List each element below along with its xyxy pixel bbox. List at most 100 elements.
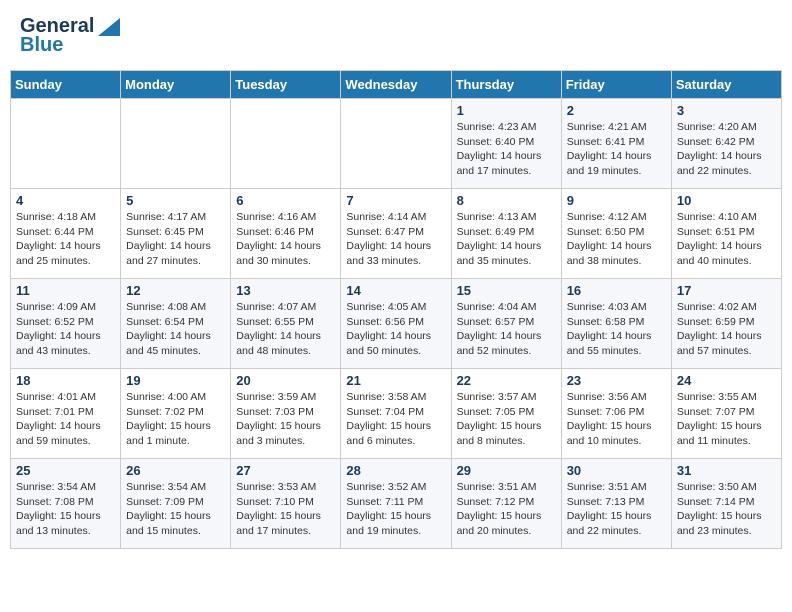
day-number: 28 — [346, 463, 445, 478]
calendar-cell: 18 Sunrise: 4:01 AM Sunset: 7:01 PM Dayli… — [11, 369, 121, 459]
day-number: 24 — [677, 373, 776, 388]
calendar-cell: 26 Sunrise: 3:54 AM Sunset: 7:09 PM Dayli… — [121, 459, 231, 549]
day-info: Sunrise: 4:20 AM Sunset: 6:42 PM Dayligh… — [677, 120, 776, 179]
day-number: 13 — [236, 283, 335, 298]
day-number: 6 — [236, 193, 335, 208]
calendar-cell: 15 Sunrise: 4:04 AM Sunset: 6:57 PM Dayli… — [451, 279, 561, 369]
calendar-cell: 11 Sunrise: 4:09 AM Sunset: 6:52 PM Dayli… — [11, 279, 121, 369]
calendar-cell: 27 Sunrise: 3:53 AM Sunset: 7:10 PM Dayli… — [231, 459, 341, 549]
day-info: Sunrise: 4:09 AM Sunset: 6:52 PM Dayligh… — [16, 300, 115, 359]
day-number: 15 — [457, 283, 556, 298]
calendar-week-row: 11 Sunrise: 4:09 AM Sunset: 6:52 PM Dayli… — [11, 279, 782, 369]
day-info: Sunrise: 4:21 AM Sunset: 6:41 PM Dayligh… — [567, 120, 666, 179]
calendar-cell: 17 Sunrise: 4:02 AM Sunset: 6:59 PM Dayli… — [671, 279, 781, 369]
day-info: Sunrise: 4:02 AM Sunset: 6:59 PM Dayligh… — [677, 300, 776, 359]
day-info: Sunrise: 4:00 AM Sunset: 7:02 PM Dayligh… — [126, 390, 225, 449]
calendar-cell: 16 Sunrise: 4:03 AM Sunset: 6:58 PM Dayli… — [561, 279, 671, 369]
calendar-cell: 7Sunrise: 4:14 AM Sunset: 6:47 PM Daylig… — [341, 189, 451, 279]
weekday-header-saturday: Saturday — [671, 71, 781, 99]
day-info: Sunrise: 4:01 AM Sunset: 7:01 PM Dayligh… — [16, 390, 115, 449]
day-info: Sunrise: 4:12 AM Sunset: 6:50 PM Dayligh… — [567, 210, 666, 269]
day-info: Sunrise: 4:03 AM Sunset: 6:58 PM Dayligh… — [567, 300, 666, 359]
calendar-cell: 23 Sunrise: 3:56 AM Sunset: 7:06 PM Dayli… — [561, 369, 671, 459]
calendar-cell — [341, 99, 451, 189]
day-number: 1 — [457, 103, 556, 118]
day-number: 16 — [567, 283, 666, 298]
day-info: Sunrise: 3:57 AM Sunset: 7:05 PM Dayligh… — [457, 390, 556, 449]
weekday-header-row: SundayMondayTuesdayWednesdayThursdayFrid… — [11, 71, 782, 99]
day-number: 14 — [346, 283, 445, 298]
weekday-header-tuesday: Tuesday — [231, 71, 341, 99]
calendar-cell: 25Sunrise: 3:54 AM Sunset: 7:08 PM Dayli… — [11, 459, 121, 549]
calendar-cell: 21 Sunrise: 3:58 AM Sunset: 7:04 PM Dayli… — [341, 369, 451, 459]
day-info: Sunrise: 3:51 AM Sunset: 7:12 PM Dayligh… — [457, 480, 556, 539]
day-number: 20 — [236, 373, 335, 388]
day-info: Sunrise: 3:56 AM Sunset: 7:06 PM Dayligh… — [567, 390, 666, 449]
weekday-header-sunday: Sunday — [11, 71, 121, 99]
day-info: Sunrise: 4:07 AM Sunset: 6:55 PM Dayligh… — [236, 300, 335, 359]
logo: General Blue — [20, 15, 120, 57]
day-number: 3 — [677, 103, 776, 118]
day-number: 22 — [457, 373, 556, 388]
calendar-cell: 2 Sunrise: 4:21 AM Sunset: 6:41 PM Daylig… — [561, 99, 671, 189]
day-number: 30 — [567, 463, 666, 478]
calendar-cell: 3 Sunrise: 4:20 AM Sunset: 6:42 PM Daylig… — [671, 99, 781, 189]
calendar-cell: 19 Sunrise: 4:00 AM Sunset: 7:02 PM Dayli… — [121, 369, 231, 459]
day-info: Sunrise: 4:04 AM Sunset: 6:57 PM Dayligh… — [457, 300, 556, 359]
day-info: Sunrise: 4:10 AM Sunset: 6:51 PM Dayligh… — [677, 210, 776, 269]
day-number: 11 — [16, 283, 115, 298]
day-info: Sunrise: 3:53 AM Sunset: 7:10 PM Dayligh… — [236, 480, 335, 539]
day-number: 18 — [16, 373, 115, 388]
day-number: 23 — [567, 373, 666, 388]
day-info: Sunrise: 3:54 AM Sunset: 7:08 PM Dayligh… — [16, 480, 115, 539]
calendar-cell: 5 Sunrise: 4:17 AM Sunset: 6:45 PM Daylig… — [121, 189, 231, 279]
calendar-cell: 31 Sunrise: 3:50 AM Sunset: 7:14 PM Dayli… — [671, 459, 781, 549]
day-number: 21 — [346, 373, 445, 388]
calendar-cell: 28Sunrise: 3:52 AM Sunset: 7:11 PM Dayli… — [341, 459, 451, 549]
calendar-cell: 29Sunrise: 3:51 AM Sunset: 7:12 PM Dayli… — [451, 459, 561, 549]
calendar-week-row: 25Sunrise: 3:54 AM Sunset: 7:08 PM Dayli… — [11, 459, 782, 549]
day-info: Sunrise: 3:59 AM Sunset: 7:03 PM Dayligh… — [236, 390, 335, 449]
calendar-cell: 4Sunrise: 4:18 AM Sunset: 6:44 PM Daylig… — [11, 189, 121, 279]
day-number: 12 — [126, 283, 225, 298]
day-info: Sunrise: 4:14 AM Sunset: 6:47 PM Dayligh… — [346, 210, 445, 269]
day-info: Sunrise: 4:08 AM Sunset: 6:54 PM Dayligh… — [126, 300, 225, 359]
day-number: 5 — [126, 193, 225, 208]
weekday-header-friday: Friday — [561, 71, 671, 99]
day-number: 26 — [126, 463, 225, 478]
calendar-cell — [231, 99, 341, 189]
calendar-cell: 30Sunrise: 3:51 AM Sunset: 7:13 PM Dayli… — [561, 459, 671, 549]
day-info: Sunrise: 3:54 AM Sunset: 7:09 PM Dayligh… — [126, 480, 225, 539]
calendar-cell — [11, 99, 121, 189]
day-number: 10 — [677, 193, 776, 208]
day-number: 31 — [677, 463, 776, 478]
day-number: 19 — [126, 373, 225, 388]
calendar-cell — [121, 99, 231, 189]
day-number: 17 — [677, 283, 776, 298]
day-number: 2 — [567, 103, 666, 118]
day-info: Sunrise: 3:55 AM Sunset: 7:07 PM Dayligh… — [677, 390, 776, 449]
day-info: Sunrise: 4:05 AM Sunset: 6:56 PM Dayligh… — [346, 300, 445, 359]
calendar-cell: 24 Sunrise: 3:55 AM Sunset: 7:07 PM Dayli… — [671, 369, 781, 459]
day-number: 9 — [567, 193, 666, 208]
day-info: Sunrise: 3:58 AM Sunset: 7:04 PM Dayligh… — [346, 390, 445, 449]
calendar-cell: 13 Sunrise: 4:07 AM Sunset: 6:55 PM Dayli… — [231, 279, 341, 369]
calendar-cell: 10 Sunrise: 4:10 AM Sunset: 6:51 PM Dayli… — [671, 189, 781, 279]
calendar-cell: 6 Sunrise: 4:16 AM Sunset: 6:46 PM Daylig… — [231, 189, 341, 279]
day-info: Sunrise: 4:17 AM Sunset: 6:45 PM Dayligh… — [126, 210, 225, 269]
day-number: 27 — [236, 463, 335, 478]
calendar-week-row: 1 Sunrise: 4:23 AM Sunset: 6:40 PM Daylig… — [11, 99, 782, 189]
day-info: Sunrise: 3:50 AM Sunset: 7:14 PM Dayligh… — [677, 480, 776, 539]
logo-blue-text: Blue — [20, 34, 63, 57]
calendar-cell: 1 Sunrise: 4:23 AM Sunset: 6:40 PM Daylig… — [451, 99, 561, 189]
day-info: Sunrise: 4:16 AM Sunset: 6:46 PM Dayligh… — [236, 210, 335, 269]
calendar-week-row: 18 Sunrise: 4:01 AM Sunset: 7:01 PM Dayli… — [11, 369, 782, 459]
calendar-cell: 8Sunrise: 4:13 AM Sunset: 6:49 PM Daylig… — [451, 189, 561, 279]
calendar-cell: 9 Sunrise: 4:12 AM Sunset: 6:50 PM Daylig… — [561, 189, 671, 279]
day-info: Sunrise: 4:23 AM Sunset: 6:40 PM Dayligh… — [457, 120, 556, 179]
logo-icon — [98, 18, 120, 36]
page-header: General Blue — [10, 10, 782, 62]
weekday-header-thursday: Thursday — [451, 71, 561, 99]
day-info: Sunrise: 4:18 AM Sunset: 6:44 PM Dayligh… — [16, 210, 115, 269]
day-info: Sunrise: 4:13 AM Sunset: 6:49 PM Dayligh… — [457, 210, 556, 269]
